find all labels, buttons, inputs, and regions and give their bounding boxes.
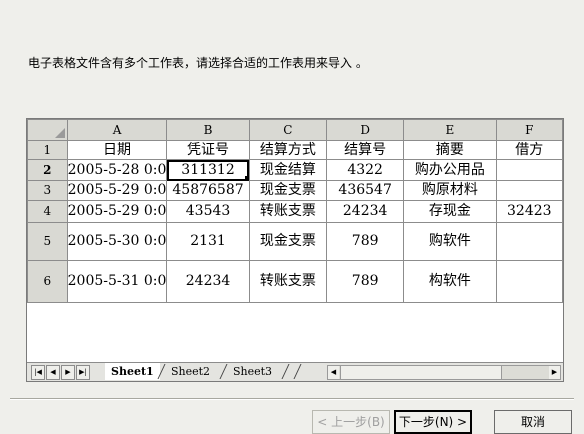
cell[interactable]: 摘要 <box>403 140 497 160</box>
select-all-corner[interactable] <box>27 119 68 141</box>
cell[interactable]: 789 <box>326 260 405 303</box>
last-sheet-icon[interactable]: ▶| <box>76 365 90 380</box>
selected-cell[interactable]: 311312 <box>166 159 250 181</box>
cell[interactable] <box>495 159 563 181</box>
scroll-right-icon[interactable]: ▶ <box>549 366 560 379</box>
next-button[interactable]: 下一步(N) > <box>394 410 472 434</box>
cell[interactable]: 24234 <box>166 260 250 303</box>
cell[interactable]: 结算方式 <box>248 140 328 160</box>
prev-sheet-icon[interactable]: ◀ <box>46 365 60 380</box>
first-sheet-icon[interactable]: |◀ <box>31 365 45 380</box>
cell[interactable] <box>495 180 563 201</box>
cell[interactable]: 2005-5-28 0:0 <box>66 159 168 181</box>
cell[interactable]: 436547 <box>326 180 405 201</box>
table-row: 4 2005-5-29 0:0 43543 转账支票 24234 存现金 324… <box>27 200 563 223</box>
fill-handle[interactable] <box>244 176 249 180</box>
cell[interactable]: 转账支票 <box>248 260 328 303</box>
cell[interactable]: 借方 <box>495 140 563 160</box>
cell[interactable]: 2005-5-30 0:0 <box>66 222 168 261</box>
cell[interactable]: 购软件 <box>403 222 497 261</box>
tab-sheet2[interactable]: Sheet2 <box>165 363 216 380</box>
tab-sheet3[interactable]: Sheet3 <box>227 363 278 380</box>
cell[interactable]: 32423 <box>495 200 563 223</box>
table-row: 5 2005-5-30 0:0 2131 现金支票 789 购软件 <box>27 222 563 261</box>
row-header[interactable]: 5 <box>27 222 68 261</box>
table-row: 2 2005-5-28 0:0 311312 现金结算 4322 购办公用品 <box>27 159 563 181</box>
cell[interactable]: 转账支票 <box>248 200 328 223</box>
cell[interactable]: 4322 <box>326 159 405 181</box>
next-sheet-icon[interactable]: ▶ <box>61 365 75 380</box>
row-header[interactable]: 6 <box>27 260 68 303</box>
back-button[interactable]: < 上一步(B) <box>312 410 390 434</box>
divider <box>10 398 574 400</box>
column-header-a[interactable]: A <box>66 119 168 141</box>
column-header-d[interactable]: D <box>326 119 405 141</box>
cell[interactable]: 43543 <box>166 200 250 223</box>
tab-sheet1[interactable]: Sheet1 <box>105 363 160 380</box>
column-header-c[interactable]: C <box>248 119 328 141</box>
scrollbar-thumb[interactable] <box>340 366 502 379</box>
spreadsheet-preview: A B C D E F 1 日期 凭证号 结算方式 结算号 摘要 借方 2 20… <box>26 118 564 382</box>
cell[interactable]: 购原材料 <box>403 180 497 201</box>
row-header[interactable]: 4 <box>27 200 68 223</box>
cell[interactable]: 日期 <box>66 140 168 160</box>
cell[interactable]: 现金结算 <box>248 159 328 181</box>
horizontal-scrollbar[interactable]: ◀ ▶ <box>327 365 561 380</box>
cell[interactable]: 2005-5-31 0:0 <box>66 260 168 303</box>
cell-value: 311312 <box>181 161 235 178</box>
table-row: 1 日期 凭证号 结算方式 结算号 摘要 借方 <box>27 140 563 160</box>
sheet-tab-bar: |◀ ◀ ▶ ▶| Sheet1 Sheet2 Sheet3 ◀ ▶ <box>27 362 563 381</box>
row-header[interactable]: 2 <box>27 159 68 181</box>
cell[interactable]: 45876587 <box>166 180 250 201</box>
cell[interactable]: 2005-5-29 0:0 <box>66 200 168 223</box>
cancel-button[interactable]: 取消 <box>494 410 572 434</box>
row-header[interactable]: 1 <box>27 140 68 160</box>
cell[interactable]: 24234 <box>326 200 405 223</box>
column-header-b[interactable]: B <box>166 119 250 141</box>
cell[interactable]: 结算号 <box>326 140 405 160</box>
cell[interactable]: 2131 <box>166 222 250 261</box>
cell[interactable]: 2005-5-29 0:0 <box>66 180 168 201</box>
cell[interactable] <box>495 260 563 303</box>
scroll-left-icon[interactable]: ◀ <box>328 366 339 379</box>
cell[interactable] <box>495 222 563 261</box>
table-row: 3 2005-5-29 0:0 45876587 现金支票 436547 购原材… <box>27 180 563 201</box>
cell[interactable]: 789 <box>326 222 405 261</box>
column-header-e[interactable]: E <box>403 119 497 141</box>
cell[interactable]: 购办公用品 <box>403 159 497 181</box>
column-header-f[interactable]: F <box>495 119 563 141</box>
table-row: 6 2005-5-31 0:0 24234 转账支票 789 构软件 <box>27 260 563 303</box>
cell[interactable]: 现金支票 <box>248 180 328 201</box>
instruction-text: 电子表格文件含有多个工作表，请选择合适的工作表用来导入 。 <box>28 56 368 70</box>
cell[interactable]: 现金支票 <box>248 222 328 261</box>
cell[interactable]: 构软件 <box>403 260 497 303</box>
cell[interactable]: 凭证号 <box>166 140 250 160</box>
sheet-grid: A B C D E F 1 日期 凭证号 结算方式 结算号 摘要 借方 2 20… <box>27 119 563 303</box>
cell[interactable]: 存现金 <box>403 200 497 223</box>
row-header[interactable]: 3 <box>27 180 68 201</box>
